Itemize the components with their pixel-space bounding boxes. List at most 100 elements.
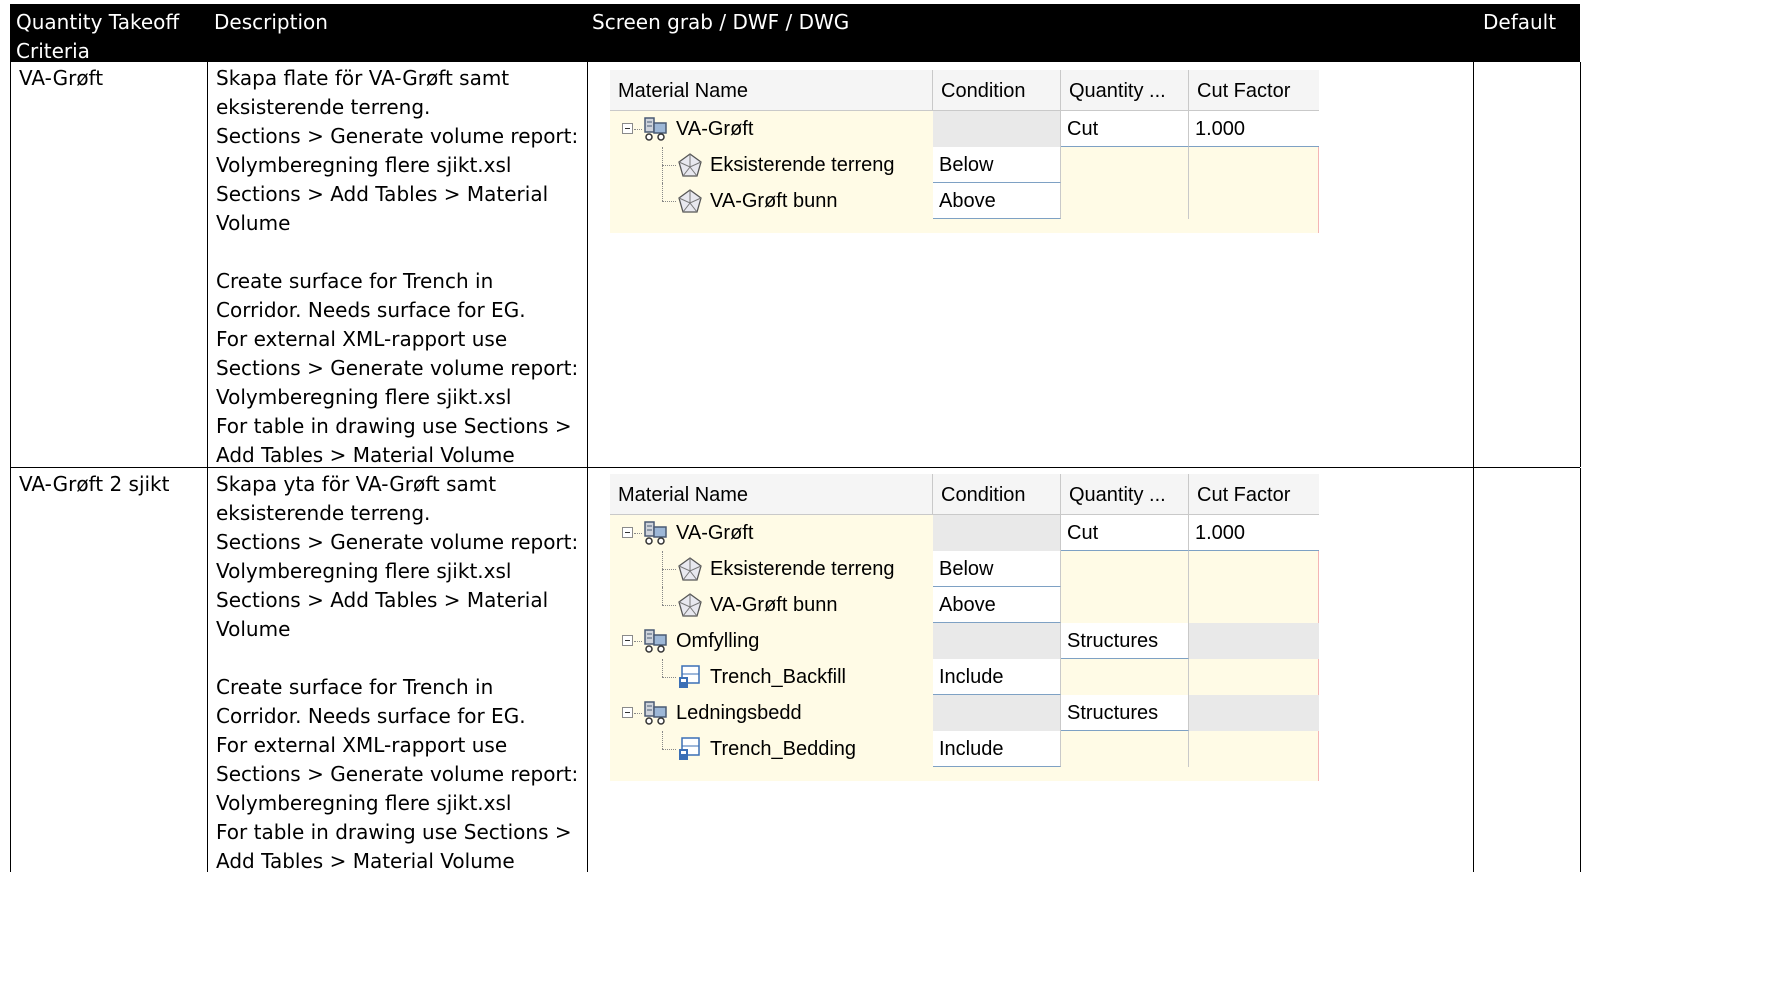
material-name: Omfylling [676, 630, 760, 652]
grid-row[interactable]: VA-Grøft bunn Above [610, 587, 1319, 623]
truck-icon [642, 519, 670, 547]
material-grid: Material Name Condition Quantity ... Cut Fa… [610, 474, 1319, 781]
cut-factor-cell[interactable]: 1.000 [1189, 111, 1319, 147]
condition-cell[interactable] [933, 623, 1061, 659]
surface-icon [676, 151, 704, 179]
collapse-icon[interactable] [622, 635, 633, 646]
quantity-cell[interactable]: Cut [1061, 111, 1189, 147]
grid-row[interactable]: Eksisterende terreng Below [610, 551, 1319, 587]
cut-factor-cell[interactable] [1189, 587, 1319, 623]
tree-connector [662, 749, 676, 750]
grid-row[interactable]: Omfylling Structures [610, 623, 1319, 659]
column-material-name-header[interactable]: Material Name [610, 474, 933, 514]
grid-body: VA-Grøft Cut 1.000 Eksisterende terreng Belo… [610, 515, 1319, 781]
default-cell [1474, 468, 1581, 872]
condition-cell[interactable]: Above [933, 587, 1061, 623]
quantity-cell[interactable]: Structures [1061, 695, 1189, 731]
truck-icon [642, 115, 670, 143]
tree-connector [634, 641, 642, 642]
default-cell [1474, 62, 1581, 467]
cut-factor-cell[interactable] [1189, 659, 1319, 695]
grid-body: VA-Grøft Cut 1.000 Eksisterende terreng Belo… [610, 111, 1319, 233]
quantity-cell[interactable]: Structures [1061, 623, 1189, 659]
header-screen-grab: Screen grab / DWF / DWG [592, 10, 850, 34]
grid-header: Material Name Condition Quantity ... Cut Fa… [610, 70, 1319, 111]
quantity-cell[interactable] [1061, 587, 1189, 623]
column-quantity-header[interactable]: Quantity ... [1061, 70, 1189, 110]
tree-connector [662, 569, 676, 570]
cut-factor-cell[interactable] [1189, 695, 1319, 731]
cut-factor-cell[interactable] [1189, 147, 1319, 183]
condition-cell[interactable] [933, 111, 1061, 147]
collapse-icon[interactable] [622, 527, 633, 538]
tree-connector [662, 587, 663, 605]
table-row: VA-Grøft Skapa flate för VA-Grøft samt e… [10, 62, 1581, 468]
truck-icon [642, 627, 670, 655]
cut-factor-cell[interactable] [1189, 551, 1319, 587]
quantity-cell[interactable]: Cut [1061, 515, 1189, 551]
truck-icon [642, 699, 670, 727]
condition-cell[interactable]: Below [933, 551, 1061, 587]
condition-cell[interactable]: Below [933, 147, 1061, 183]
structure-icon [676, 735, 704, 763]
column-condition-header[interactable]: Condition [933, 70, 1061, 110]
column-material-name-header[interactable]: Material Name [610, 70, 933, 110]
screen-grab-cell: Material Name Condition Quantity ... Cut Fa… [588, 468, 1474, 872]
grid-row[interactable]: Trench_Bedding Include [610, 731, 1319, 767]
quantity-cell[interactable] [1061, 147, 1189, 183]
description-cell: Skapa flate för VA-Grøft samt eksisteren… [208, 62, 588, 467]
quantity-cell[interactable] [1061, 659, 1189, 695]
surface-icon [676, 187, 704, 215]
quantity-cell[interactable] [1061, 551, 1189, 587]
material-name: VA-Grøft bunn [710, 594, 838, 616]
condition-cell[interactable]: Include [933, 659, 1061, 695]
screen-grab-cell: Material Name Condition Quantity ... Cut Fa… [588, 62, 1474, 467]
cut-factor-cell[interactable] [1189, 623, 1319, 659]
header-description: Description [214, 10, 328, 34]
quantity-cell[interactable] [1061, 731, 1189, 767]
header-default: Default [1483, 10, 1557, 34]
column-quantity-header[interactable]: Quantity ... [1061, 474, 1189, 514]
material-name: Trench_Bedding [710, 738, 857, 760]
tree-connector [662, 165, 676, 166]
column-condition-header[interactable]: Condition [933, 474, 1061, 514]
grid-row[interactable]: VA-Grøft Cut 1.000 [610, 111, 1319, 147]
grid-row[interactable]: Ledningsbedd Structures [610, 695, 1319, 731]
tree-connector [634, 129, 642, 130]
document-table: Quantity Takeoff Criteria Description Sc… [10, 4, 1581, 873]
condition-cell[interactable]: Above [933, 183, 1061, 219]
material-name: VA-Grøft [676, 522, 754, 544]
condition-cell[interactable] [933, 695, 1061, 731]
material-name: Eksisterende terreng [710, 558, 895, 580]
material-name: Eksisterende terreng [710, 154, 895, 176]
collapse-icon[interactable] [622, 707, 633, 718]
grid-row[interactable]: Eksisterende terreng Below [610, 147, 1319, 183]
tree-connector [662, 659, 663, 677]
surface-icon [676, 591, 704, 619]
description-cell: Skapa yta för VA-Grøft samt eksisterende… [208, 468, 588, 873]
collapse-icon[interactable] [622, 123, 633, 134]
column-cut-factor-header[interactable]: Cut Factor [1189, 474, 1319, 514]
material-name: VA-Grøft bunn [710, 190, 838, 212]
grid-row[interactable]: Trench_Backfill Include [610, 659, 1319, 695]
condition-cell[interactable]: Include [933, 731, 1061, 767]
table-header: Quantity Takeoff Criteria Description Sc… [10, 4, 1580, 63]
cut-factor-cell[interactable] [1189, 731, 1319, 767]
cut-factor-cell[interactable] [1189, 183, 1319, 219]
structure-icon [676, 663, 704, 691]
table-row: VA-Grøft 2 sjikt Skapa yta för VA-Grøft … [10, 468, 1581, 873]
cut-factor-cell[interactable]: 1.000 [1189, 515, 1319, 551]
material-grid: Material Name Condition Quantity ... Cut Fa… [610, 70, 1319, 233]
column-cut-factor-header[interactable]: Cut Factor [1189, 70, 1319, 110]
quantity-cell[interactable] [1061, 183, 1189, 219]
grid-row[interactable]: VA-Grøft bunn Above [610, 183, 1319, 219]
tree-connector [662, 605, 676, 606]
material-name: Ledningsbedd [676, 702, 802, 724]
tree-connector [662, 201, 676, 202]
tree-connector [634, 533, 642, 534]
condition-cell[interactable] [933, 515, 1061, 551]
surface-icon [676, 555, 704, 583]
tree-connector [634, 713, 642, 714]
grid-row[interactable]: VA-Grøft Cut 1.000 [610, 515, 1319, 551]
criteria-cell: VA-Grøft 2 sjikt [11, 468, 208, 872]
